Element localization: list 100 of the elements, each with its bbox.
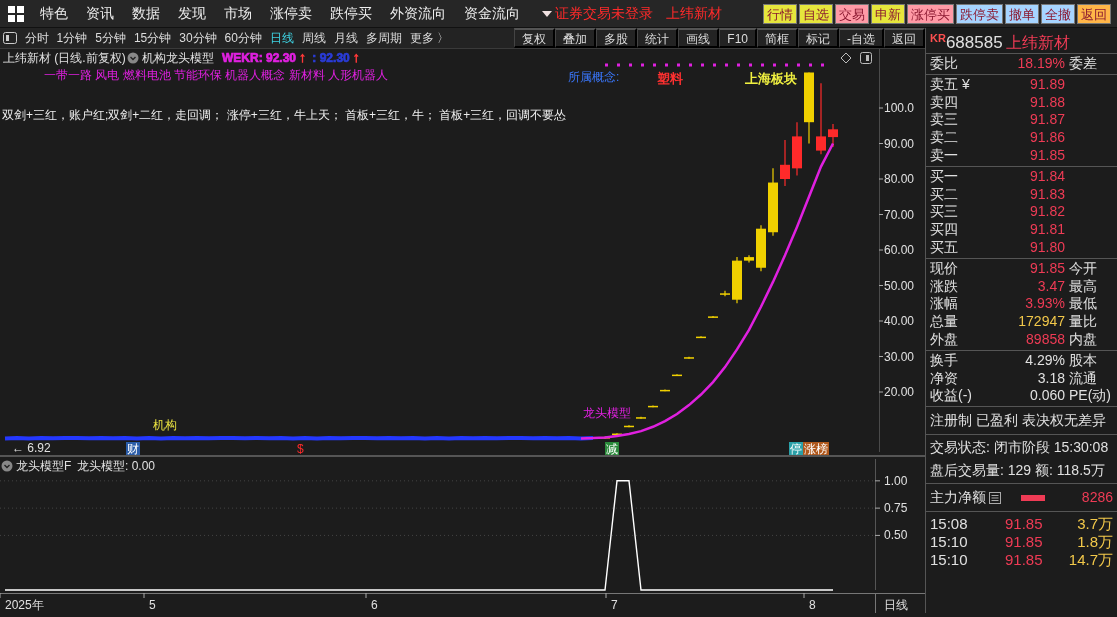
menu-item[interactable]: 资讯: [77, 3, 123, 24]
quote-value: 91.84: [1028, 167, 1066, 186]
candlestick: [828, 123, 838, 148]
indicator-legend: 龙头模型: 0.00: [77, 459, 156, 473]
quick-button[interactable]: 全撤: [1040, 3, 1075, 24]
toolbar-button[interactable]: 叠加: [555, 28, 597, 48]
trade-price: 91.85: [1003, 515, 1044, 533]
quote-label: 卖三: [930, 111, 959, 130]
menu-item[interactable]: 资金流向: [455, 3, 529, 24]
axis-label: 40.00: [884, 314, 915, 328]
collapse-icon[interactable]: [127, 52, 139, 64]
menu-item[interactable]: 市场: [215, 3, 261, 24]
list-icon[interactable]: [989, 491, 1002, 504]
quote-label: 现价: [930, 259, 959, 278]
quote-label: 内盘: [1069, 330, 1098, 349]
menu-item[interactable]: 数据: [123, 3, 169, 24]
listing-tags: 注册制 已盈利 表决权无差异: [926, 408, 1117, 434]
trade-price: 91.85: [1003, 550, 1044, 569]
menu-item[interactable]: 跌停买: [321, 3, 381, 24]
quick-button[interactable]: 跌停卖: [955, 3, 1003, 24]
toolbar-button[interactable]: -自选: [839, 28, 884, 48]
quote-label: 流通: [1069, 369, 1098, 388]
candlestick: [792, 121, 802, 177]
stock-code: 688585: [945, 32, 1003, 54]
quote-label: 委比: [930, 55, 959, 73]
quote-label: 买二: [930, 185, 959, 204]
quote-label: 买一: [930, 167, 959, 186]
period-tab[interactable]: 5分钟: [91, 29, 130, 47]
quick-button[interactable]: 撤单: [1004, 3, 1039, 24]
trade-time: 15:10: [930, 550, 969, 569]
toolbar-button[interactable]: 统计: [637, 28, 679, 48]
quote-value: 91.80: [1028, 238, 1066, 257]
period-tab[interactable]: 更多 〉: [405, 29, 454, 47]
legend-value: ↑: [299, 49, 307, 65]
period-tab[interactable]: 日线: [265, 29, 298, 47]
toolbar-button[interactable]: 标记: [798, 28, 839, 48]
period-tab[interactable]: 15分钟: [129, 29, 176, 47]
period-tab[interactable]: 月线: [329, 29, 362, 47]
period-tab[interactable]: 周线: [297, 29, 330, 47]
menu-item[interactable]: 发现: [169, 3, 215, 24]
axis-label: 30.00: [884, 349, 915, 364]
axis-label: 6: [371, 598, 378, 612]
menu-item[interactable]: 涨停卖: [261, 3, 321, 24]
axis-label: 90.00: [884, 136, 915, 151]
axis-label: 60.00: [884, 243, 915, 257]
concept-tag: 上海板块: [745, 71, 797, 86]
axis-label: 7: [611, 598, 618, 612]
candlestick: [756, 224, 766, 272]
axis-label: 20.00: [884, 385, 915, 399]
period-label: 日线: [884, 598, 908, 612]
collapse-icon[interactable]: [1, 460, 13, 472]
candlestick: [708, 315, 718, 319]
period-tab[interactable]: 1分钟: [52, 29, 92, 47]
quote-label: 最高: [1069, 277, 1098, 296]
menu-item[interactable]: 外资流向: [381, 3, 455, 24]
toolbar-button[interactable]: 简框: [757, 28, 798, 48]
quick-button[interactable]: 涨停买: [906, 3, 954, 24]
legend-value: WEKR: 92.30: [222, 51, 297, 65]
period-tab[interactable]: 分时: [20, 29, 53, 47]
stock-name: 上纬新材: [1005, 33, 1070, 53]
axis-label: 8: [809, 598, 816, 612]
toolbar-button[interactable]: 画线: [678, 28, 720, 48]
quote-label: 卖一: [930, 147, 959, 165]
quick-button[interactable]: 自选: [798, 3, 833, 24]
axis-label: 80.00: [884, 172, 915, 186]
panel-toggle-icon[interactable]: [3, 32, 18, 44]
menu-item[interactable]: 特色: [31, 3, 77, 24]
quick-button[interactable]: 行情: [762, 3, 797, 24]
strategy-note: 双剑+三红，账户红;双剑+二红，走回调； 涨停+三红，牛上天； 首板+三红，牛； 首板+三红，回调不要怂: [2, 108, 567, 122]
concept-tags: 一带一路 风电 燃料电池 节能环保 机器人概念 新材料 人形机器人: [44, 68, 388, 82]
after-hours-volume: 盘后交易量: 129 额: 118.5万: [929, 461, 1106, 481]
trade-volume: 3.7万: [1076, 515, 1114, 533]
axis-label: 0.75: [884, 501, 908, 516]
quick-button[interactable]: 申新: [870, 3, 905, 24]
flow-label: 主力净额: [930, 488, 986, 508]
toolbar-button[interactable]: 返回: [884, 28, 925, 48]
grid-icon[interactable]: [6, 4, 25, 23]
toolbar-button[interactable]: 复权: [514, 28, 556, 48]
quick-button[interactable]: 交易: [834, 3, 869, 24]
toolbar-button[interactable]: 多股: [596, 28, 638, 48]
period-tab[interactable]: 30分钟: [175, 29, 221, 47]
diamond-icon[interactable]: [840, 52, 852, 64]
quote-value: 4.29%: [1024, 351, 1066, 370]
quote-label: PE(动): [1069, 387, 1112, 406]
axis-label: 0.50: [884, 528, 908, 543]
quote-value: 3.18: [1036, 369, 1066, 388]
caret-icon[interactable]: [542, 9, 552, 18]
axis-label: 70.00: [884, 207, 915, 222]
panel-toggle-icon[interactable]: [860, 52, 872, 64]
quote-value: 91.86: [1028, 129, 1066, 147]
axis-label: 1.00: [884, 473, 908, 488]
period-tab[interactable]: 多周期: [361, 29, 406, 47]
market-label: KR: [930, 31, 946, 44]
period-tab[interactable]: 60分钟: [220, 29, 266, 47]
quote-label: 总量: [930, 313, 959, 331]
quote-label: 买五: [930, 238, 959, 257]
quote-value: 3.93%: [1024, 295, 1066, 314]
trade-volume: 1.8万: [1076, 532, 1114, 551]
toolbar-button[interactable]: F10: [719, 28, 757, 48]
quick-button[interactable]: 返回: [1076, 3, 1111, 24]
